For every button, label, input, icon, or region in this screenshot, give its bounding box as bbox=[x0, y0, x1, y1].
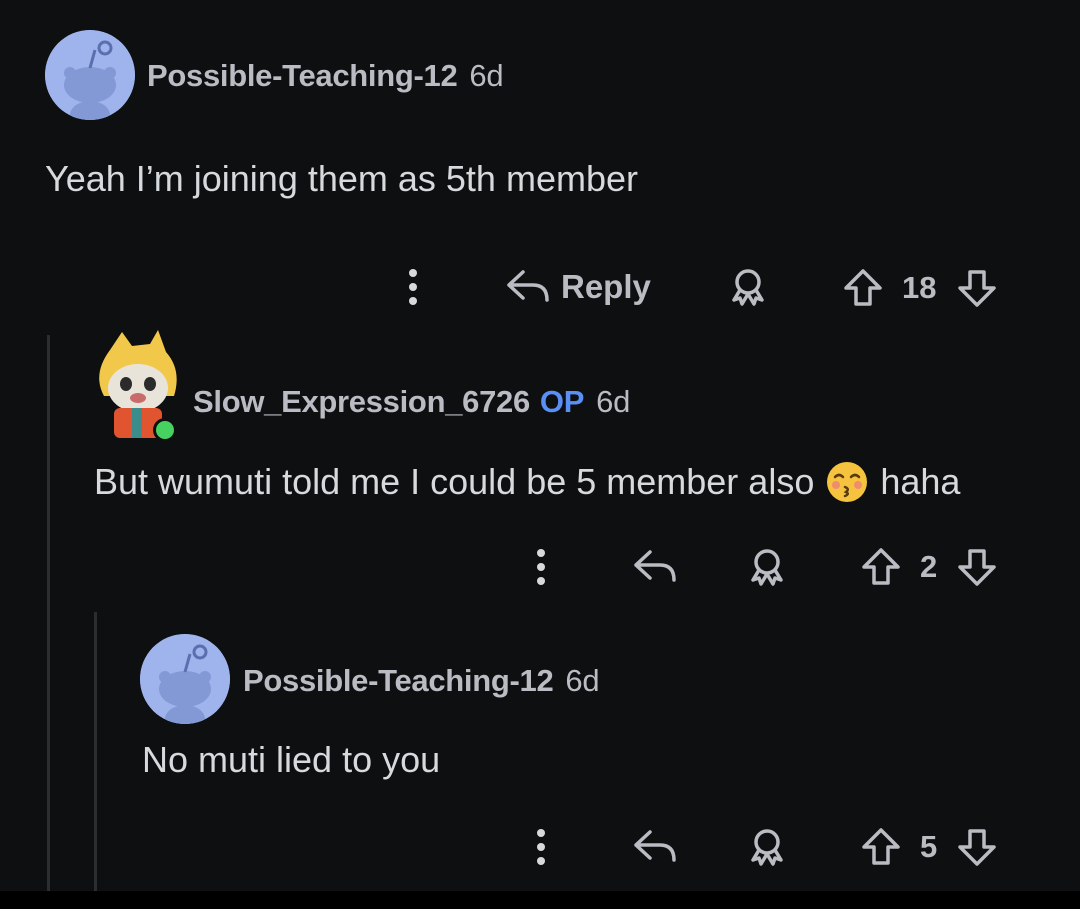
more-options-button[interactable] bbox=[526, 822, 556, 872]
vote-count: 2 bbox=[920, 549, 938, 584]
downvote-icon bbox=[958, 270, 996, 307]
bottom-edge-bar bbox=[0, 891, 1080, 909]
vote-count: 5 bbox=[920, 829, 938, 864]
award-button[interactable] bbox=[745, 825, 789, 869]
vote-count: 18 bbox=[902, 270, 937, 305]
comment-age: 6d bbox=[565, 663, 600, 698]
upvote-button[interactable] bbox=[860, 545, 902, 589]
award-icon bbox=[751, 549, 783, 586]
comment-age: 6d bbox=[596, 384, 631, 419]
reply-arrow-icon bbox=[507, 270, 549, 302]
op-badge: OP bbox=[539, 384, 585, 419]
overflow-dots-icon bbox=[409, 269, 417, 305]
downvote-button[interactable] bbox=[956, 825, 998, 869]
comment-age: 6d bbox=[469, 58, 504, 93]
more-options-button[interactable] bbox=[526, 542, 556, 592]
avatar[interactable] bbox=[45, 30, 135, 120]
comment-body: Yeah I’m joining them as 5th member bbox=[45, 158, 638, 199]
avatar[interactable] bbox=[140, 634, 230, 724]
award-button[interactable] bbox=[726, 265, 770, 309]
more-options-button[interactable] bbox=[398, 262, 428, 312]
kissing-face-emoji-icon bbox=[827, 462, 868, 502]
downvote-icon bbox=[958, 829, 996, 866]
downvote-button[interactable] bbox=[956, 266, 998, 310]
upvote-button[interactable] bbox=[842, 266, 884, 310]
award-icon bbox=[751, 829, 783, 866]
reply-button[interactable]: Reply bbox=[505, 262, 651, 312]
avatar[interactable] bbox=[92, 330, 184, 442]
comment-body: No muti lied to you bbox=[142, 739, 441, 780]
comment-body-container: But wumuti told me I could be 5 member a… bbox=[94, 461, 960, 503]
reply-button[interactable] bbox=[630, 545, 680, 589]
author-name[interactable]: Possible-Teaching-12 bbox=[243, 663, 554, 698]
snoo-avatar-icon bbox=[140, 634, 230, 724]
custom-avatar-icon bbox=[99, 330, 177, 442]
award-icon bbox=[732, 269, 764, 306]
reply-label: Reply bbox=[561, 268, 651, 305]
comment-body: But wumuti told me I could be 5 member a… bbox=[94, 461, 815, 502]
author-name[interactable]: Slow_Expression_6726 bbox=[193, 384, 530, 419]
reply-arrow-icon bbox=[634, 830, 676, 862]
upvote-icon bbox=[862, 548, 900, 585]
thread-line-level2[interactable] bbox=[94, 612, 97, 891]
downvote-button[interactable] bbox=[956, 545, 998, 589]
snoo-avatar-icon bbox=[45, 30, 135, 120]
reply-button[interactable] bbox=[630, 825, 680, 869]
comment-body-suffix: haha bbox=[880, 461, 961, 502]
reply-arrow-icon bbox=[634, 550, 676, 582]
upvote-icon bbox=[844, 269, 882, 306]
author-name[interactable]: Possible-Teaching-12 bbox=[147, 58, 458, 93]
overflow-dots-icon bbox=[537, 829, 545, 865]
overflow-dots-icon bbox=[537, 549, 545, 585]
upvote-icon bbox=[862, 828, 900, 865]
thread-line-level1[interactable] bbox=[47, 335, 50, 891]
downvote-icon bbox=[958, 549, 996, 586]
award-button[interactable] bbox=[745, 545, 789, 589]
upvote-button[interactable] bbox=[860, 825, 902, 869]
